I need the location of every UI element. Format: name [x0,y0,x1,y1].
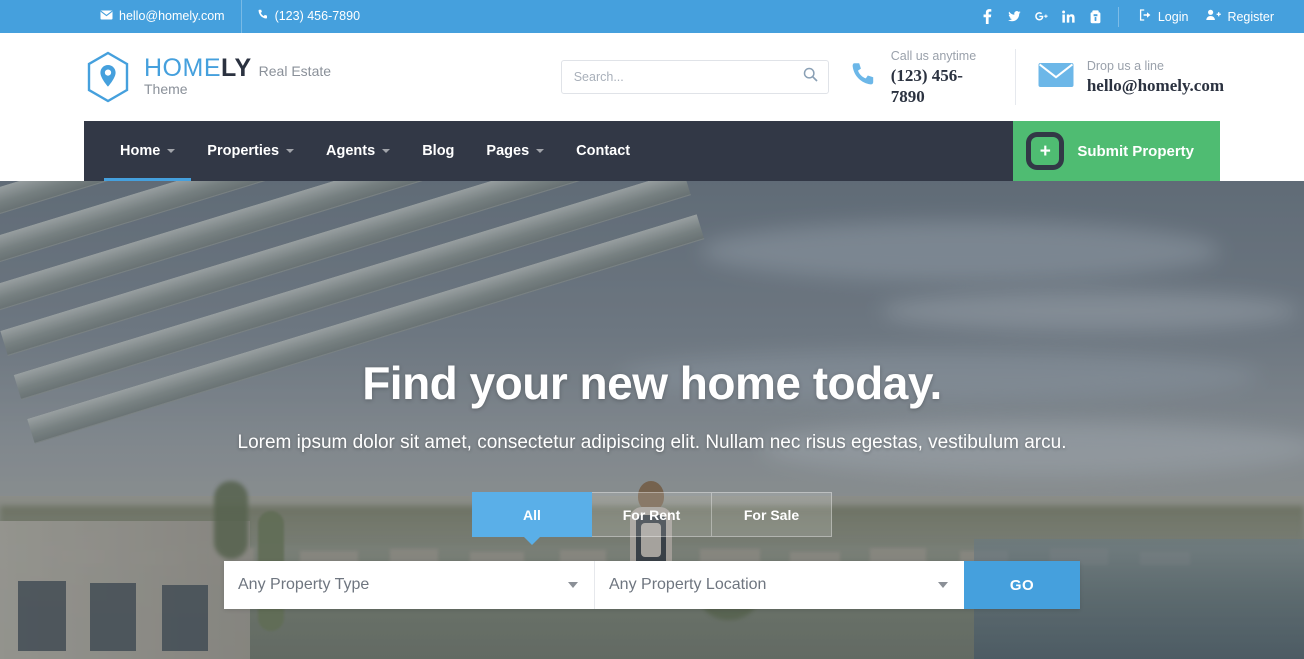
envelope-icon [1038,62,1074,93]
submit-property-button[interactable]: + Submit Property [1013,121,1220,181]
site-logo[interactable]: HOMELY Real Estate Theme [84,51,376,103]
envelope-icon [100,0,113,33]
logo-primary: HOME [144,53,221,82]
topbar-phone[interactable]: (123) 456-7890 [240,0,376,33]
twitter-icon[interactable] [1007,9,1021,24]
header-mail-text: Drop us a line hello@homely.com [1087,57,1224,96]
auth-links: Login Register [1117,6,1304,27]
property-search-form: Any Property Type Any Property Location … [224,561,1080,609]
tab-label: All [523,506,541,523]
top-bar: hello@homely.com (123) 456-7890 Login Re… [0,0,1304,33]
nav-items: Home Properties Agents Blog Pages Contac… [84,121,646,181]
register-label: Register [1227,9,1274,24]
property-location-select[interactable]: Any Property Location [594,561,964,609]
login-link[interactable]: Login [1139,9,1189,24]
chevron-down-icon [938,582,948,588]
call-label: Call us anytime [890,48,977,63]
tab-for-sale[interactable]: For Sale [712,492,832,537]
tab-for-rent[interactable]: For Rent [592,492,712,537]
nav-item-contact[interactable]: Contact [560,121,646,181]
main-nav: Home Properties Agents Blog Pages Contac… [84,121,1220,181]
search-box[interactable] [560,60,829,94]
logo-secondary: LY [221,53,252,82]
plus-icon: + [1031,137,1060,165]
property-type-value: Any Property Type [238,576,370,593]
tab-all[interactable]: All [472,492,592,537]
social-links [981,9,1118,24]
property-type-select[interactable]: Any Property Type [224,561,594,609]
facebook-icon[interactable] [981,9,994,24]
chevron-down-icon [568,582,578,588]
tab-label: For Sale [743,506,800,523]
top-bar-right-group: Login Register [981,0,1304,33]
header-mail-block[interactable]: Drop us a line hello@homely.com [1014,49,1304,105]
nav-item-properties[interactable]: Properties [191,121,310,181]
hero-content: Find your new home today. Lorem ipsum do… [0,181,1304,537]
search-icon[interactable] [803,67,818,87]
topbar-phone-text: (123) 456-7890 [274,9,361,23]
property-filter-tabs: All For Rent For Sale [0,492,1304,537]
chevron-down-icon [382,149,391,153]
property-location-value: Any Property Location [609,576,767,593]
nav-item-label: Pages [486,143,530,159]
topbar-email[interactable]: hello@homely.com [84,0,241,33]
tab-label: For Rent [622,506,681,523]
youtube-icon[interactable] [1089,9,1102,24]
nav-item-label: Properties [207,143,280,159]
header-contacts: Call us anytime (123) 456-7890 Drop us a… [829,47,1304,108]
logo-text: HOMELY Real Estate Theme [144,53,376,99]
submit-property-label: Submit Property [1077,142,1194,160]
nav-item-label: Home [120,143,161,159]
top-bar-contact-group: hello@homely.com (123) 456-7890 [84,0,376,33]
header-call-text: Call us anytime (123) 456-7890 [891,47,993,108]
hero-subtitle: Lorem ipsum dolor sit amet, consectetur … [237,432,1067,453]
site-header: HOMELY Real Estate Theme Call us anytime [0,33,1304,121]
chevron-down-icon [286,149,295,153]
nav-item-blog[interactable]: Blog [406,121,470,181]
mail-label: Drop us a line [1086,59,1164,74]
chevron-down-icon [167,149,176,153]
main-nav-wrapper: Home Properties Agents Blog Pages Contac… [0,121,1304,181]
google-plus-icon[interactable] [1035,9,1048,24]
phone-icon [258,0,269,33]
mail-value: hello@homely.com [1086,76,1224,96]
page-root: hello@homely.com (123) 456-7890 Login Re… [0,0,1304,659]
header-search [560,60,829,94]
linkedin-icon[interactable] [1062,9,1075,24]
header-call-block[interactable]: Call us anytime (123) 456-7890 [829,47,1015,108]
nav-item-agents[interactable]: Agents [310,121,406,181]
go-button[interactable]: GO [964,561,1080,609]
nav-item-home[interactable]: Home [104,121,192,181]
nav-item-label: Agents [326,143,376,159]
login-icon [1139,9,1152,24]
hero-section: Find your new home today. Lorem ipsum do… [0,181,1304,659]
phone-icon [851,61,878,93]
nav-item-label: Blog [422,143,455,159]
call-value: (123) 456-7890 [890,65,963,106]
nav-item-pages[interactable]: Pages [470,121,560,181]
login-label: Login [1157,9,1189,24]
user-plus-icon [1206,9,1222,24]
map-pin-hexagon-logo-icon [84,51,132,103]
topbar-email-text: hello@homely.com [119,9,225,23]
register-link[interactable]: Register [1206,9,1274,24]
chevron-down-icon [536,149,545,153]
search-input[interactable] [571,69,803,85]
hero-title: Find your new home today. [362,357,942,409]
nav-item-label: Contact [576,143,631,159]
